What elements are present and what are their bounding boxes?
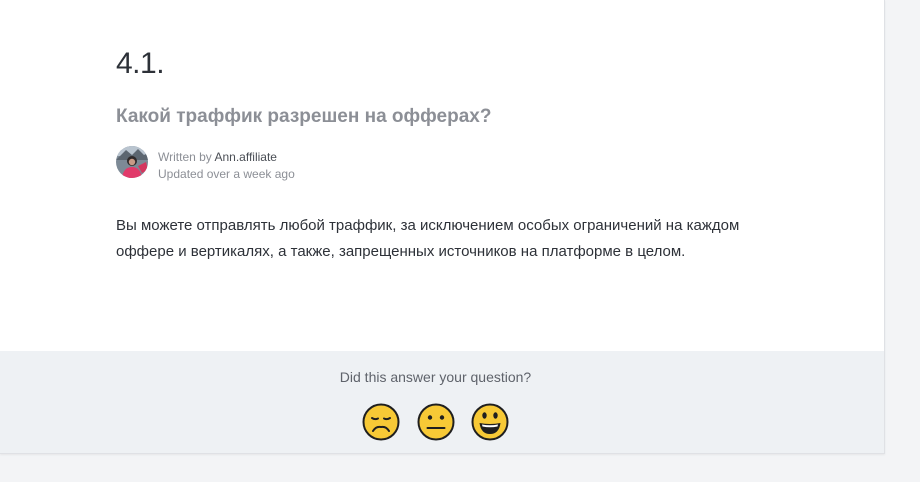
updated-time: Updated over a week ago	[158, 167, 295, 181]
feedback-section: Did this answer your question?	[0, 351, 884, 453]
article-body: Вы можете отправлять любой траффик, за и…	[116, 217, 740, 260]
author-meta: Written by Ann.affiliate Updated over a …	[158, 149, 295, 183]
article-title: 4.1.	[116, 47, 165, 80]
avatar-image	[116, 146, 148, 178]
article-card: 4.1. Какой траффик разрешен на офферах?	[0, 0, 885, 454]
written-by-label: Written by	[158, 150, 212, 164]
written-by-line: Written by Ann.affiliate	[158, 149, 295, 166]
smiley-reaction-button[interactable]	[471, 403, 509, 441]
feedback-question: Did this answer your question?	[339, 369, 532, 385]
author-name[interactable]: Ann.affiliate	[214, 150, 277, 164]
author-avatar[interactable]	[116, 146, 148, 178]
disappointed-face-icon	[362, 403, 400, 441]
smiley-face-icon	[471, 403, 509, 441]
neutral-reaction-button[interactable]	[417, 403, 455, 441]
author-block: Written by Ann.affiliate Updated over a …	[116, 146, 516, 182]
article-subtitle: Какой траффик разрешен на офферах?	[116, 106, 492, 127]
reaction-group	[362, 403, 512, 441]
disappointed-reaction-button[interactable]	[362, 403, 400, 441]
page: 4.1. Какой траффик разрешен на офферах?	[0, 0, 920, 482]
neutral-face-icon	[417, 403, 455, 441]
